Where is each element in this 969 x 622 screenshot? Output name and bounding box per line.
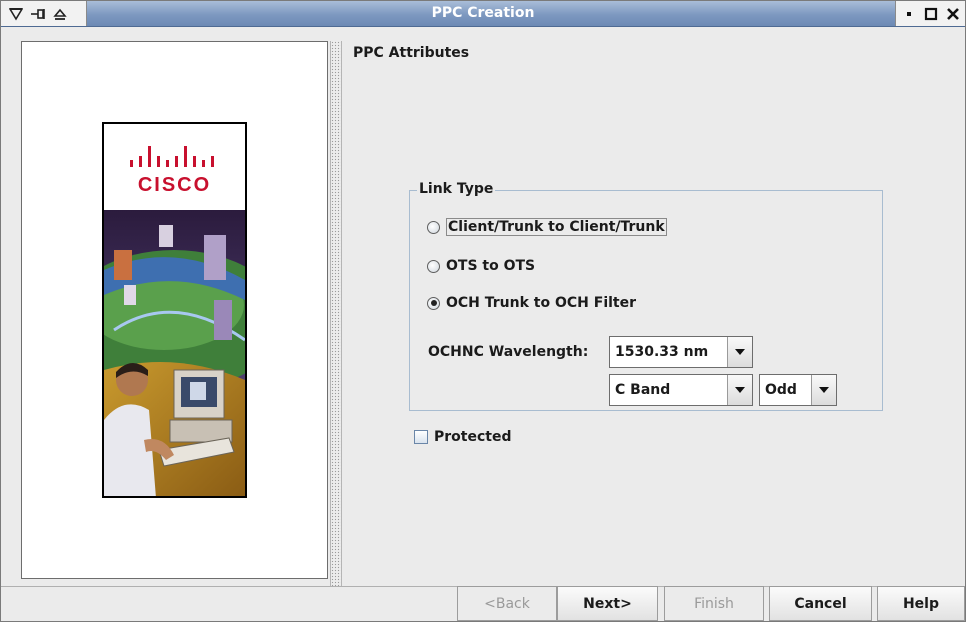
pane-header: PPC Attributes <box>353 45 470 61</box>
protected-label: Protected <box>434 429 512 445</box>
help-button[interactable]: Help <box>877 586 965 621</box>
checkbox-icon[interactable] <box>414 430 428 444</box>
chevron-down-icon[interactable] <box>811 375 836 405</box>
minimize-icon[interactable] <box>900 5 918 23</box>
network-user-illustration <box>104 210 245 496</box>
radio-och-trunk-to-och-filter[interactable]: OCH Trunk to OCH Filter <box>427 295 636 311</box>
window-title: PPC Creation <box>431 5 535 21</box>
protected-checkbox[interactable]: Protected <box>414 429 511 445</box>
close-icon[interactable] <box>944 5 962 23</box>
wavelength-value: 1530.33 nm <box>615 344 709 360</box>
maximize-icon[interactable] <box>922 5 940 23</box>
cisco-logo: CISCO <box>104 124 245 210</box>
radio-label: OCH Trunk to OCH Filter <box>446 295 637 311</box>
ochnc-wavelength-label: OCHNC Wavelength: <box>428 344 589 360</box>
title-bar-right-controls <box>895 1 965 26</box>
cisco-wordmark: CISCO <box>137 174 212 196</box>
back-button[interactable]: <Back <box>457 586 557 621</box>
cisco-brand-illustration: CISCO <box>102 122 247 498</box>
cisco-bridge-icon <box>130 146 214 167</box>
cancel-button[interactable]: Cancel <box>769 586 872 621</box>
next-button[interactable]: Next> <box>557 586 658 621</box>
radio-label: OTS to OTS <box>446 258 536 274</box>
chevron-down-icon[interactable] <box>727 375 752 405</box>
wizard-image-panel: CISCO <box>21 41 328 579</box>
wavelength-dropdown[interactable]: 1530.33 nm <box>609 336 753 368</box>
ppc-creation-window: PPC Creation CISCO PPC Attributes Link T… <box>0 0 966 622</box>
title-bar[interactable]: PPC Creation <box>1 1 965 27</box>
radio-button-icon[interactable] <box>427 220 440 234</box>
band-dropdown[interactable]: C Band <box>609 374 753 406</box>
radio-button-selected-icon[interactable] <box>427 296 440 310</box>
split-pane-divider[interactable] <box>330 41 342 586</box>
band-value: C Band <box>615 382 671 398</box>
link-type-legend: Link Type <box>417 181 496 197</box>
radio-ots-to-ots[interactable]: OTS to OTS <box>427 258 535 274</box>
radio-label: Client/Trunk to Client/Trunk <box>446 218 667 236</box>
parity-value: Odd <box>765 382 797 398</box>
finish-button[interactable]: Finish <box>664 586 764 621</box>
chevron-down-icon[interactable] <box>727 337 752 367</box>
radio-button-icon[interactable] <box>427 259 440 273</box>
parity-dropdown[interactable]: Odd <box>759 374 837 406</box>
radio-client-trunk[interactable]: Client/Trunk to Client/Trunk <box>427 218 667 236</box>
